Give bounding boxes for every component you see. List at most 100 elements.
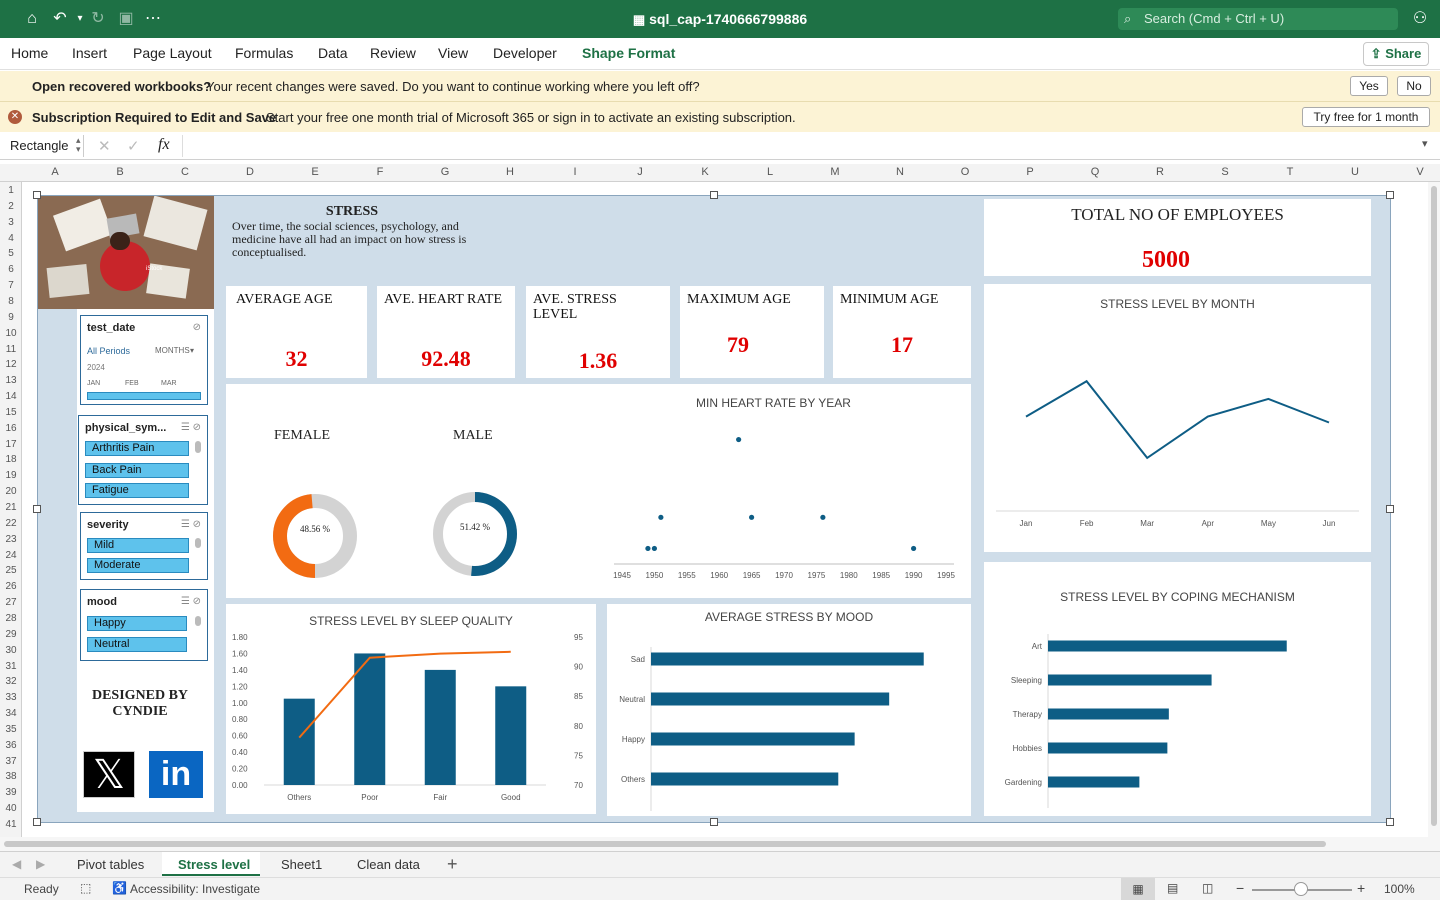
tab-insert[interactable]: Insert <box>72 45 107 61</box>
slicer-item-moderate[interactable]: Moderate <box>87 558 189 573</box>
row-header[interactable]: 17 <box>0 439 22 450</box>
vertical-scrollbar[interactable] <box>1428 182 1440 837</box>
column-header[interactable]: B <box>110 166 130 178</box>
column-header[interactable]: F <box>370 166 390 178</box>
multiselect-clear-icons[interactable]: ☰ ⊘ <box>181 596 201 607</box>
zoom-out-icon[interactable]: − <box>1236 880 1244 896</box>
row-header[interactable]: 41 <box>0 819 22 830</box>
row-header[interactable]: 33 <box>0 692 22 703</box>
row-header[interactable]: 12 <box>0 359 22 370</box>
multiselect-clear-icons[interactable]: ☰ ⊘ <box>181 422 201 433</box>
no-button[interactable]: No <box>1397 76 1431 96</box>
tab-view[interactable]: View <box>438 45 468 61</box>
add-sheet-icon[interactable]: + <box>447 854 458 875</box>
slicer-item-fatigue[interactable]: Fatigue <box>85 483 189 498</box>
tab-home[interactable]: Home <box>11 45 48 61</box>
column-header[interactable]: T <box>1280 166 1300 178</box>
slicer-scrollbar[interactable] <box>195 616 201 626</box>
yes-button[interactable]: Yes <box>1350 76 1388 96</box>
row-header[interactable]: 34 <box>0 708 22 719</box>
column-header[interactable]: V <box>1410 166 1430 178</box>
tab-page-layout[interactable]: Page Layout <box>133 45 212 61</box>
sheet-tab-stress-level[interactable]: Stress level <box>178 857 250 872</box>
slicer-mood[interactable]: mood ☰ ⊘ Happy Neutral <box>80 589 208 661</box>
row-header[interactable]: 24 <box>0 550 22 561</box>
zoom-in-icon[interactable]: + <box>1357 880 1365 896</box>
row-header[interactable]: 35 <box>0 724 22 735</box>
row-header[interactable]: 27 <box>0 597 22 608</box>
page-layout-view-icon[interactable]: ▤ <box>1167 881 1178 895</box>
slicer-scrollbar[interactable] <box>195 441 201 453</box>
row-header[interactable]: 39 <box>0 787 22 798</box>
column-header[interactable]: N <box>890 166 910 178</box>
row-header[interactable]: 18 <box>0 454 22 465</box>
chevron-down-icon[interactable]: ▾ <box>190 346 194 355</box>
column-header[interactable]: O <box>955 166 975 178</box>
accessibility-status[interactable]: Accessibility: Investigate <box>130 882 260 896</box>
row-header[interactable]: 9 <box>0 312 22 323</box>
row-header[interactable]: 20 <box>0 486 22 497</box>
sheet-tab-pivot-tables[interactable]: Pivot tables <box>77 857 144 872</box>
column-header[interactable]: I <box>565 166 585 178</box>
horizontal-scroll-thumb[interactable] <box>4 841 1326 847</box>
page-break-view-icon[interactable]: ◫ <box>1202 881 1213 895</box>
resize-handle[interactable] <box>1386 191 1394 199</box>
row-header[interactable]: 22 <box>0 518 22 529</box>
row-header[interactable]: 38 <box>0 771 22 782</box>
cancel-icon[interactable]: ✕ <box>98 137 111 155</box>
expand-formula-icon[interactable]: ▾ <box>1422 137 1428 150</box>
row-header[interactable]: 10 <box>0 328 22 339</box>
share-button[interactable]: ⇪ Share <box>1363 42 1429 66</box>
column-header[interactable]: S <box>1215 166 1235 178</box>
row-header[interactable]: 8 <box>0 296 22 307</box>
row-header[interactable]: 40 <box>0 803 22 814</box>
vertical-scroll-thumb[interactable] <box>1431 186 1437 826</box>
tab-shape-format[interactable]: Shape Format <box>582 45 675 61</box>
slicer-test-date[interactable]: test_date ⊘ All Periods MONTHS ▾ 2024 JA… <box>80 315 208 405</box>
row-header[interactable]: 21 <box>0 502 22 513</box>
all-periods-label[interactable]: All Periods <box>87 346 130 356</box>
row-header[interactable]: 11 <box>0 344 22 355</box>
column-header[interactable]: H <box>500 166 520 178</box>
column-header[interactable]: L <box>760 166 780 178</box>
row-header[interactable]: 1 <box>0 185 22 196</box>
row-header[interactable]: 36 <box>0 740 22 751</box>
column-header[interactable]: R <box>1150 166 1170 178</box>
min-heart-rate-scatter[interactable]: 1945 1950 1955 1960 1965 1970 1975 1980 1985 1990… <box>586 414 966 594</box>
column-header[interactable]: U <box>1345 166 1365 178</box>
male-donut[interactable] <box>428 487 522 581</box>
resize-handle[interactable] <box>33 505 41 513</box>
prev-sheet-icon[interactable]: ◀ <box>12 857 21 871</box>
row-header[interactable]: 7 <box>0 280 22 291</box>
row-header[interactable]: 5 <box>0 248 22 259</box>
row-header[interactable]: 25 <box>0 565 22 576</box>
next-sheet-icon[interactable]: ▶ <box>36 857 45 871</box>
resize-handle[interactable] <box>710 818 718 826</box>
stress-by-month-chart[interactable]: Jan Feb Mar Apr May Jun <box>984 314 1371 549</box>
row-header[interactable]: 16 <box>0 423 22 434</box>
column-header[interactable]: G <box>435 166 455 178</box>
slicer-severity[interactable]: severity ☰ ⊘ Mild Moderate <box>80 512 208 580</box>
slicer-item-arthritis-pain[interactable]: Arthritis Pain <box>85 441 189 456</box>
resize-handle[interactable] <box>710 191 718 199</box>
row-header[interactable]: 31 <box>0 661 22 672</box>
slicer-item-happy[interactable]: Happy <box>87 616 187 631</box>
normal-view-button[interactable]: ▦ <box>1121 878 1155 900</box>
name-box[interactable]: Rectangle <box>4 135 84 157</box>
row-header[interactable]: 6 <box>0 264 22 275</box>
row-header[interactable]: 30 <box>0 645 22 656</box>
resize-handle[interactable] <box>1386 505 1394 513</box>
column-header[interactable]: J <box>630 166 650 178</box>
row-header[interactable]: 13 <box>0 375 22 386</box>
row-header[interactable]: 2 <box>0 201 22 212</box>
tab-formulas[interactable]: Formulas <box>235 45 293 61</box>
months-dropdown[interactable]: MONTHS <box>155 346 190 355</box>
x-twitter-icon[interactable]: 𝕏 <box>83 751 135 798</box>
column-header[interactable]: Q <box>1085 166 1105 178</box>
formula-input[interactable] <box>182 135 1412 157</box>
row-header[interactable]: 14 <box>0 391 22 402</box>
slicer-physical-symptoms[interactable]: physical_sym... ☰ ⊘ Arthritis Pain Back … <box>78 415 208 505</box>
row-header[interactable]: 32 <box>0 676 22 687</box>
row-header[interactable]: 23 <box>0 534 22 545</box>
column-header[interactable]: M <box>825 166 845 178</box>
